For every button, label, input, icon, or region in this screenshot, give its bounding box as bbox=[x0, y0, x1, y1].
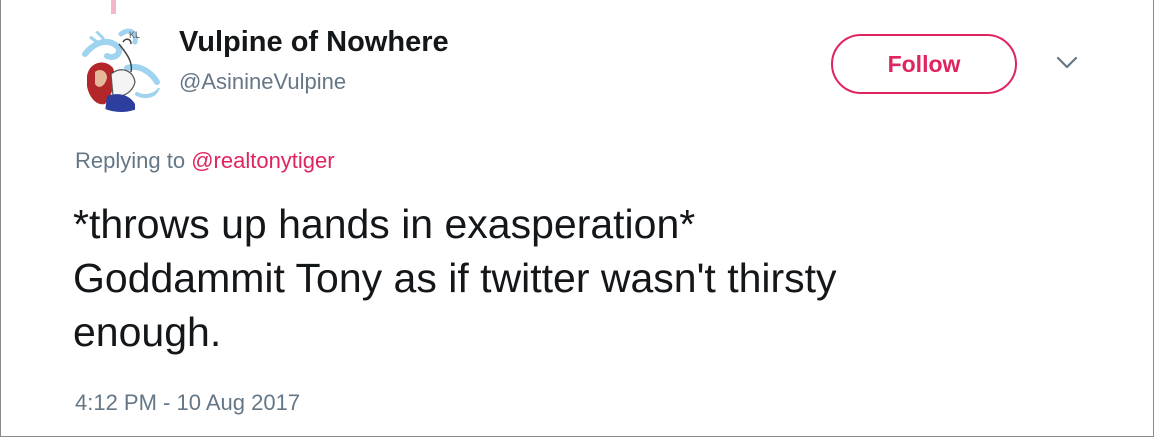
chevron-down-icon[interactable] bbox=[1056, 55, 1078, 71]
reply-mention-link[interactable]: @realtonytiger bbox=[191, 148, 334, 173]
tweet-line: Goddammit Tony as if twitter wasn't thir… bbox=[73, 255, 837, 301]
cartoon-fox-avatar-icon: KL bbox=[77, 24, 165, 112]
author-display-name[interactable]: Vulpine of Nowhere bbox=[179, 26, 449, 59]
tweet-line: enough. bbox=[73, 309, 222, 355]
tweet-line: *throws up hands in exasperation* bbox=[73, 201, 696, 247]
avatar[interactable]: KL bbox=[77, 24, 165, 112]
top-accent-bar bbox=[111, 0, 116, 14]
follow-button[interactable]: Follow bbox=[831, 34, 1017, 94]
author-handle[interactable]: @AsinineVulpine bbox=[179, 69, 346, 95]
reply-prefix: Replying to bbox=[75, 148, 186, 173]
reply-context: Replying to @realtonytiger bbox=[75, 148, 335, 174]
tweet-card: KL Vulpine of Nowhere @AsinineVulpine Fo… bbox=[0, 0, 1154, 437]
tweet-timestamp[interactable]: 4:12 PM - 10 Aug 2017 bbox=[75, 390, 300, 416]
avatar-scribble: KL bbox=[129, 30, 140, 40]
tweet-text: *throws up hands in exasperation* Goddam… bbox=[73, 197, 1073, 359]
